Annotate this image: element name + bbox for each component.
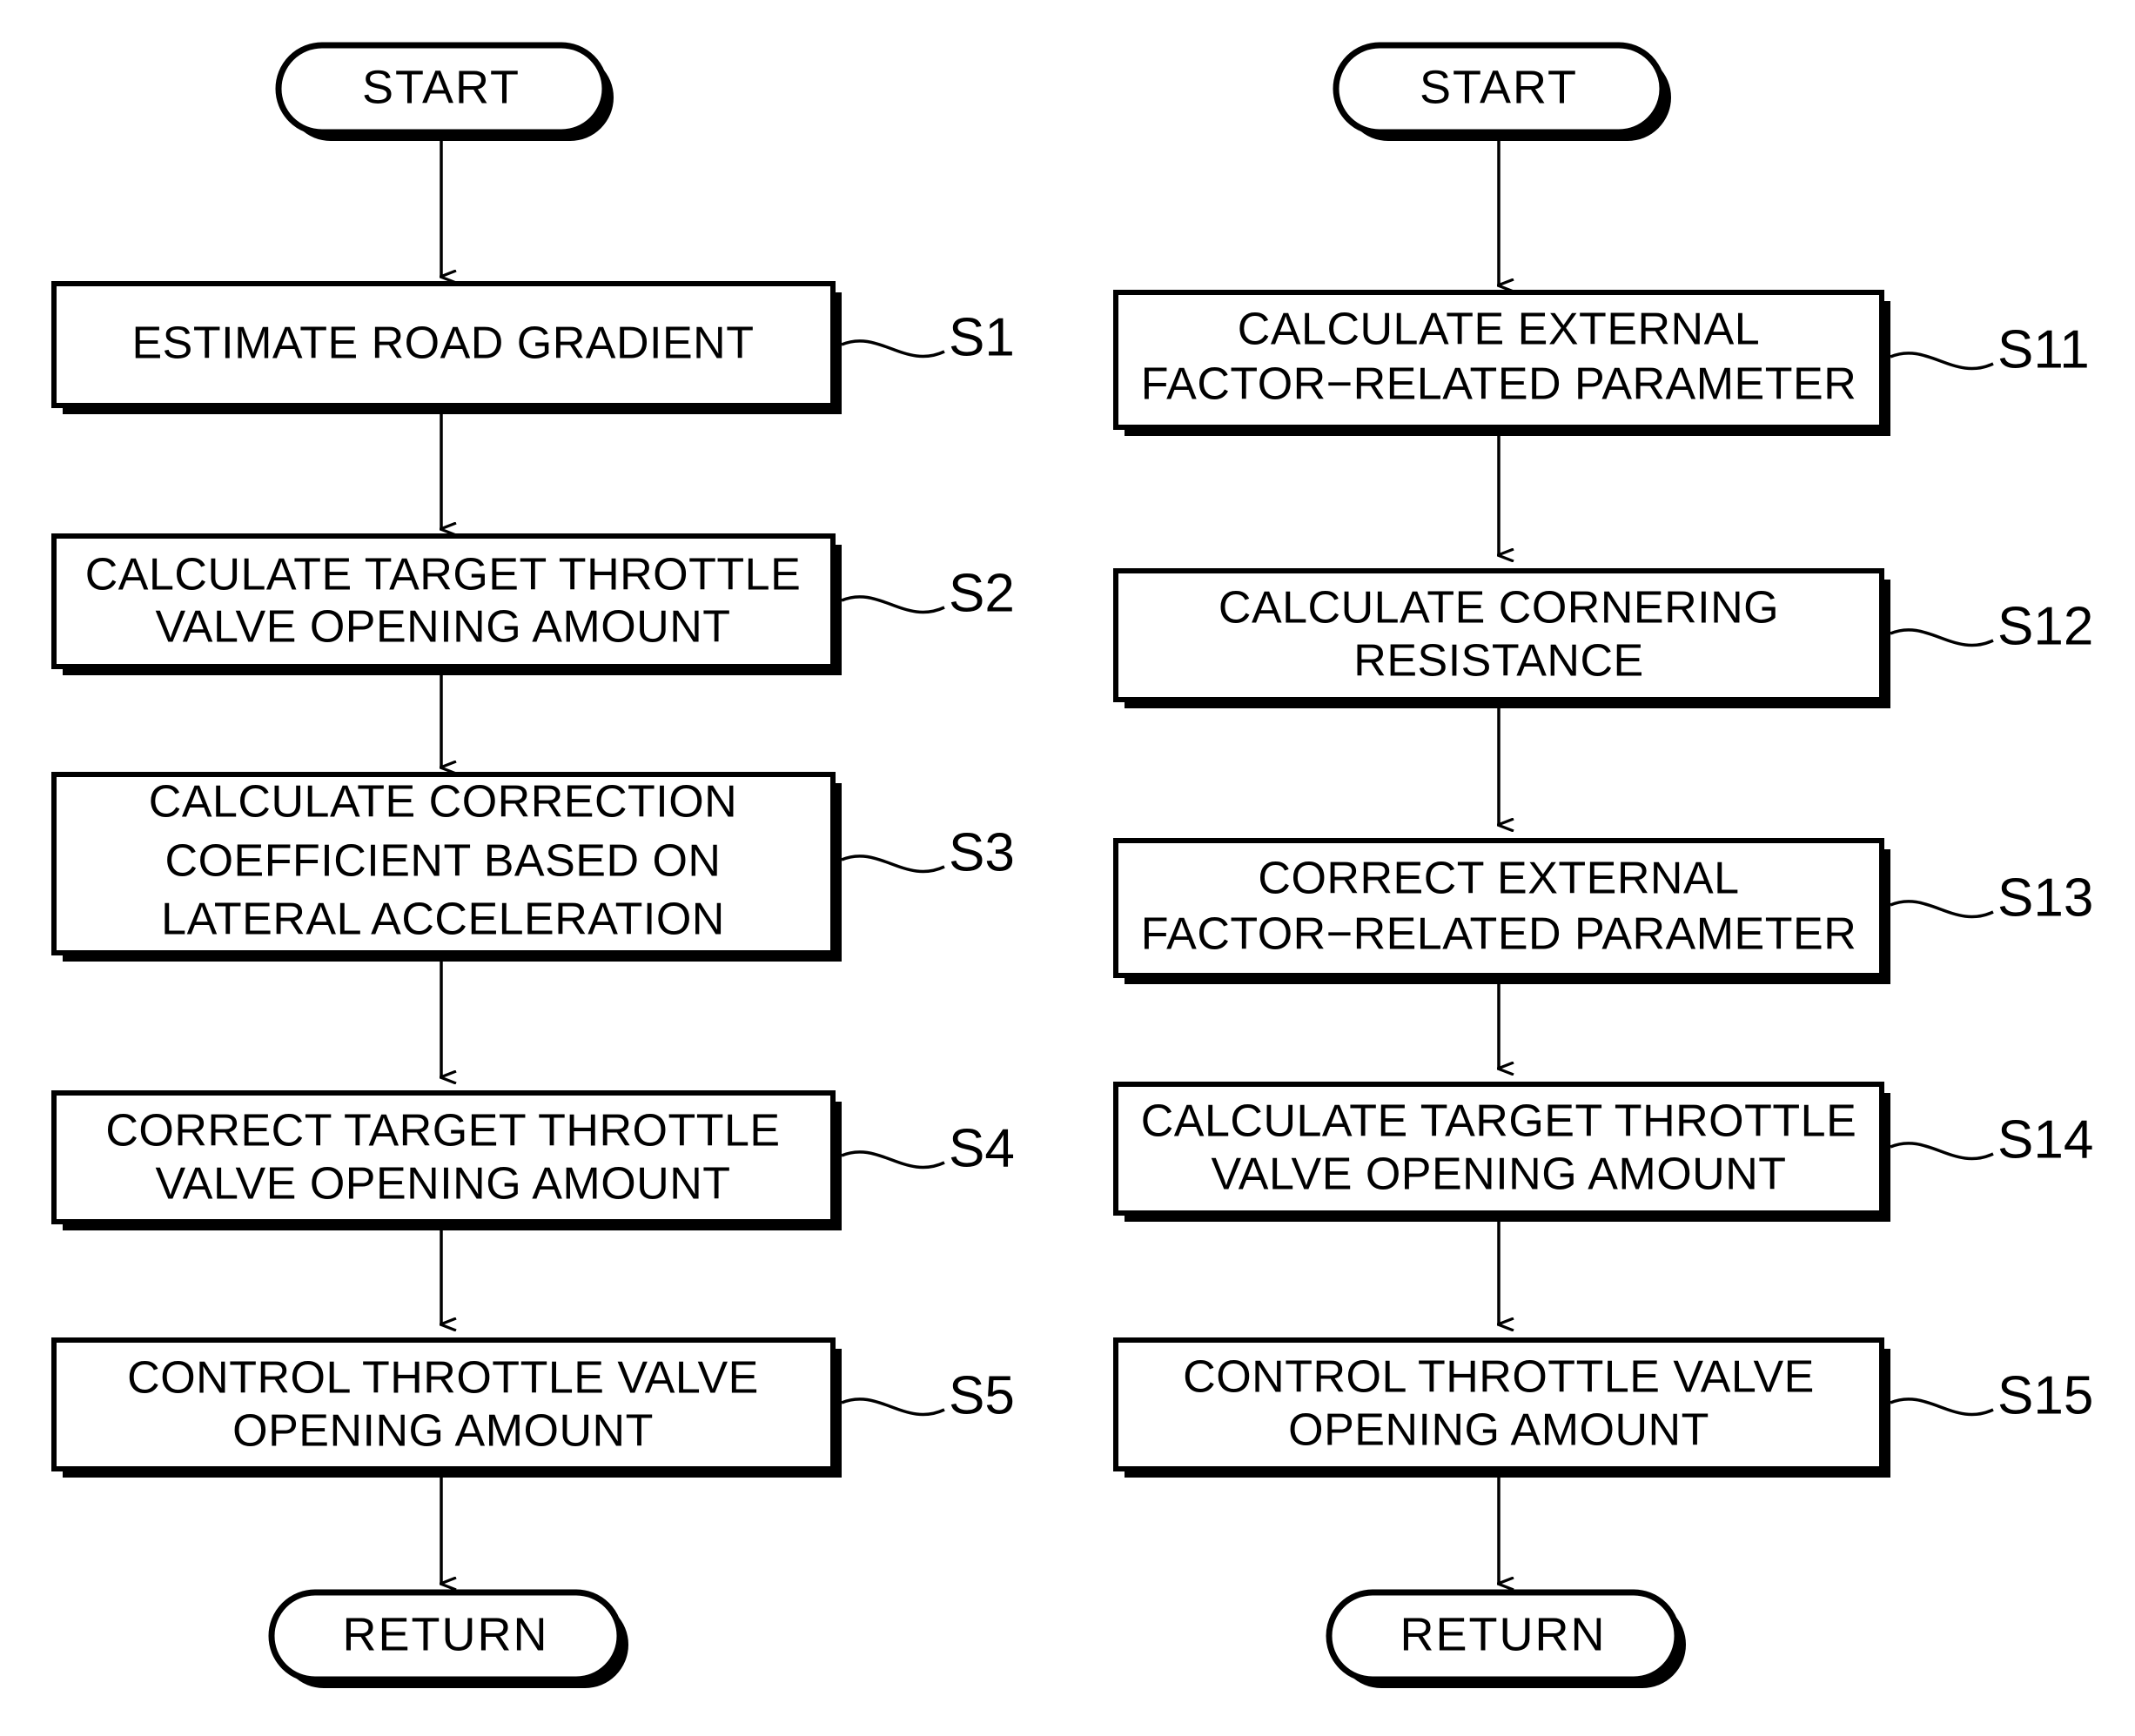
- right-step-s13-box: CORRECT EXTERNAL FACTOR−RELATED PARAMETE…: [1113, 838, 1890, 984]
- right-step-s14-box: CALCULATE TARGET THROTTLE VALVE OPENING …: [1113, 1082, 1890, 1222]
- right-return-terminator: RETURN: [1326, 1589, 1686, 1688]
- left-start-terminator: START: [275, 42, 614, 141]
- right-step-s15-leader: [1890, 1398, 1994, 1417]
- right-step-s14-leader: [1890, 1142, 1994, 1161]
- right-step-s12-ref: S12: [1997, 596, 2093, 656]
- right-step-s11-line1: CALCULATE EXTERNAL: [1238, 305, 1760, 355]
- right-step-s12-leader: [1890, 628, 1994, 647]
- right-step-s13-line2: FACTOR−RELATED PARAMETER: [1141, 909, 1857, 960]
- right-step-s13-line1: CORRECT EXTERNAL: [1258, 854, 1739, 904]
- right-step-s11-ref: S11: [1997, 319, 2090, 379]
- left-step-s1-line1: ESTIMATE ROAD GRADIENT: [132, 318, 755, 369]
- right-step-s15-line2: OPENING AMOUNT: [1288, 1405, 1709, 1456]
- right-step-s14-line2: VALVE OPENING AMOUNT: [1211, 1150, 1786, 1200]
- left-step-s2-line2: VALVE OPENING AMOUNT: [155, 602, 730, 653]
- left-step-s5-box: CONTROL THROTTLE VALVE OPENING AMOUNT: [51, 1337, 842, 1478]
- right-step-s13-leader: [1890, 900, 1994, 919]
- left-step-s5-leader: [841, 1398, 945, 1417]
- left-step-s2-line1: CALCULATE TARGET THROTTLE: [85, 550, 802, 600]
- right-step-s14-line1: CALCULATE TARGET THROTTLE: [1141, 1096, 1857, 1147]
- left-step-s4-line2: VALVE OPENING AMOUNT: [155, 1159, 730, 1210]
- left-step-s2-leader: [841, 595, 945, 614]
- right-start-terminator: START: [1333, 42, 1671, 141]
- left-flow: START ESTIMATE ROAD GRADIENT S1 CALCULAT…: [51, 42, 1015, 1688]
- right-start-label: START: [1420, 61, 1578, 113]
- right-step-s15-box: CONTROL THROTTLE VALVE OPENING AMOUNT: [1113, 1337, 1890, 1478]
- right-step-s12-line2: RESISTANCE: [1353, 636, 1643, 687]
- right-step-s11-leader: [1890, 352, 1994, 371]
- left-step-s3-leader: [841, 855, 945, 874]
- left-step-s1-leader: [841, 339, 945, 359]
- flowchart-canvas: START ESTIMATE ROAD GRADIENT S1 CALCULAT…: [0, 0, 2135, 1736]
- left-step-s4-line1: CORRECT TARGET THROTTLE: [105, 1106, 780, 1156]
- left-step-s1-ref: S1: [949, 307, 1015, 367]
- left-step-s1-box: ESTIMATE ROAD GRADIENT: [51, 281, 842, 414]
- right-step-s12-line1: CALCULATE CORNERING: [1219, 583, 1779, 633]
- left-step-s3-line1: CALCULATE CORRECTION: [149, 777, 737, 828]
- left-step-s3-line2: COEFFICIENT BASED ON: [165, 836, 722, 887]
- right-step-s11-box: CALCULATE EXTERNAL FACTOR−RELATED PARAME…: [1113, 290, 1890, 436]
- right-step-s11-line2: FACTOR−RELATED PARAMETER: [1141, 359, 1857, 410]
- right-step-s12-box: CALCULATE CORNERING RESISTANCE: [1113, 568, 1890, 708]
- left-step-s3-box: CALCULATE CORRECTION COEFFICIENT BASED O…: [51, 772, 842, 962]
- left-step-s2-ref: S2: [949, 563, 1015, 623]
- right-step-s15-line1: CONTROL THROTTLE VALVE: [1183, 1352, 1815, 1403]
- left-step-s5-line1: CONTROL THROTTLE VALVE: [127, 1353, 759, 1404]
- left-start-label: START: [362, 61, 520, 113]
- right-return-label: RETURN: [1400, 1608, 1607, 1660]
- right-step-s13-ref: S13: [1997, 868, 2093, 928]
- flowchart-svg: START ESTIMATE ROAD GRADIENT S1 CALCULAT…: [51, 42, 2093, 1688]
- right-step-s15-ref: S15: [1997, 1365, 2093, 1425]
- left-step-s3-line3: LATERAL ACCELERATION: [161, 895, 725, 945]
- left-step-s2-box: CALCULATE TARGET THROTTLE VALVE OPENING …: [51, 533, 842, 675]
- left-step-s5-line2: OPENING AMOUNT: [232, 1406, 654, 1457]
- left-step-s4-box: CORRECT TARGET THROTTLE VALVE OPENING AM…: [51, 1090, 842, 1230]
- left-return-terminator: RETURN: [268, 1589, 628, 1688]
- left-step-s5-ref: S5: [949, 1365, 1015, 1425]
- right-step-s14-ref: S14: [1997, 1109, 2093, 1170]
- left-step-s3-ref: S3: [949, 822, 1015, 882]
- right-flow: START CALCULATE EXTERNAL FACTOR−RELATED …: [1113, 42, 2093, 1688]
- left-step-s4-ref: S4: [949, 1118, 1015, 1178]
- left-return-label: RETURN: [343, 1608, 549, 1660]
- left-step-s4-leader: [841, 1150, 945, 1170]
